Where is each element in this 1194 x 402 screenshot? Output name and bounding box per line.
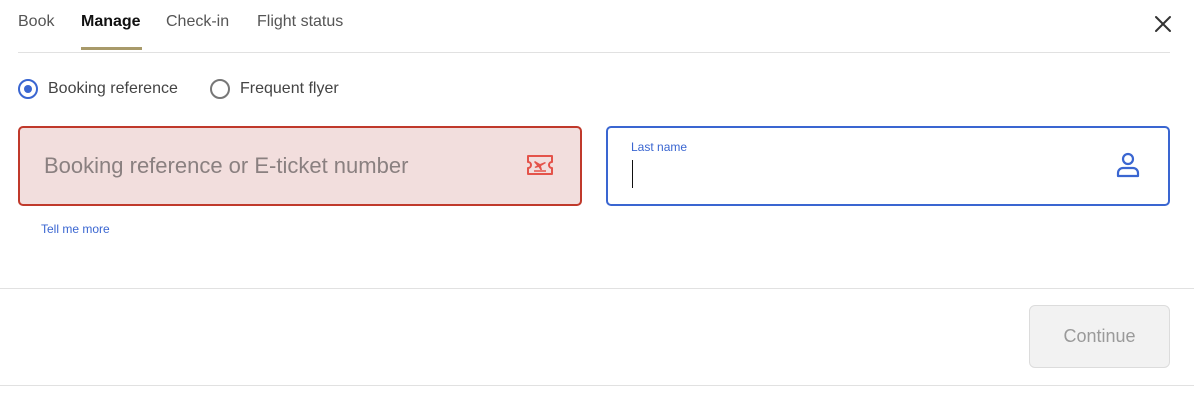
radio-selected-indicator[interactable] [18,79,38,99]
continue-button[interactable]: Continue [1029,305,1170,368]
last-name-field[interactable]: Last name [606,126,1170,206]
last-name-label: Last name [631,140,688,154]
radio-booking-reference[interactable]: Booking reference [18,78,178,100]
booking-reference-field[interactable]: Booking reference or E-ticket number [18,126,582,206]
text-caret [632,160,633,188]
active-tab-indicator [81,47,142,50]
last-name-input[interactable] [630,158,1090,188]
radio-unselected-indicator[interactable] [210,79,230,99]
footer-divider-top [0,288,1194,289]
close-button[interactable] [1153,14,1173,34]
manage-booking-panel: Book Manage Check-in Flight status Booki… [0,0,1194,402]
footer-divider-bottom [0,385,1194,386]
tab-check-in[interactable]: Check-in [166,12,229,32]
tab-manage[interactable]: Manage [81,12,141,32]
close-icon [1155,16,1171,32]
booking-reference-placeholder: Booking reference or E-ticket number [44,153,409,178]
tab-bar: Book Manage Check-in Flight status [18,0,1170,53]
person-icon [1116,152,1140,178]
radio-label-frequent-flyer: Frequent flyer [240,80,339,97]
radio-label-booking-reference: Booking reference [48,80,178,97]
radio-frequent-flyer[interactable]: Frequent flyer [210,78,339,100]
tell-me-more-link[interactable]: Tell me more [41,222,110,236]
tab-book[interactable]: Book [18,12,54,32]
ticket-icon [527,155,553,175]
tab-flight-status[interactable]: Flight status [257,12,343,32]
